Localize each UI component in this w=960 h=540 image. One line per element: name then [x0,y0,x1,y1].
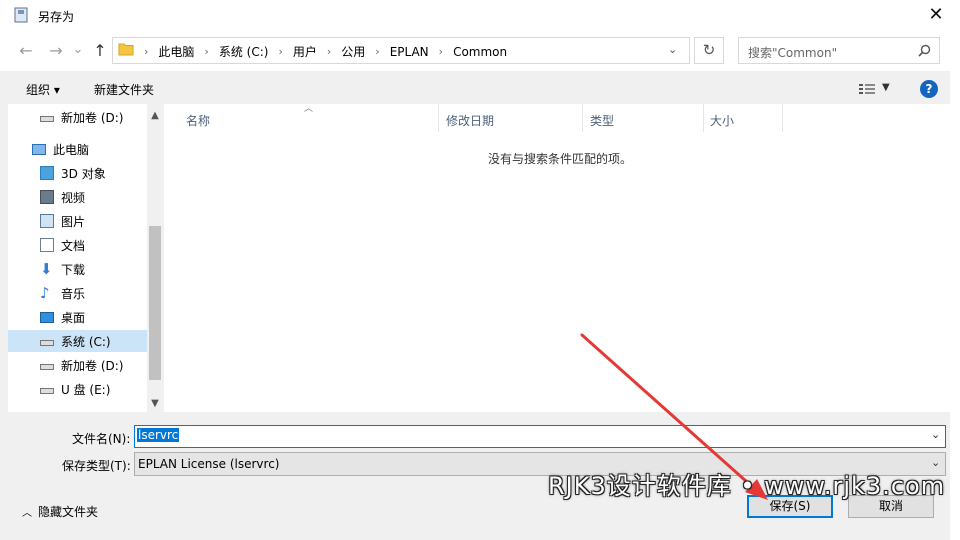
watermark-text: RJK3设计软件库 • www.rjk3.com [548,472,946,500]
annotation-arrow [580,333,768,500]
